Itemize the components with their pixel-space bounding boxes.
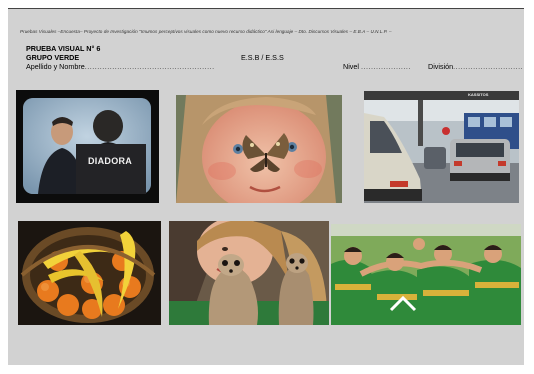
name-field[interactable]: Apellido y Nombre.......................… <box>26 63 215 71</box>
school-levels: E.S.B / E.S.S <box>241 53 284 62</box>
division-dots: ............................ <box>453 62 524 71</box>
toll-booth-sign: KASSITOS <box>468 92 489 97</box>
photo-fruit-basket <box>18 221 161 325</box>
name-label: Apellido y Nombre <box>26 62 85 71</box>
photo-toll-booth: KASSITOS <box>364 91 519 203</box>
photo-girl-butterfly <box>176 95 342 203</box>
tv-banner-text: DIADORA <box>88 156 133 166</box>
level-field[interactable]: Nivel .................... <box>343 63 411 71</box>
division-field[interactable]: División............................ <box>428 63 523 71</box>
survey-sheet: Pruebas Visuales –Encuesta– Proyecto de … <box>8 8 524 365</box>
project-caption: Pruebas Visuales –Encuesta– Proyecto de … <box>20 29 392 34</box>
photo-rugby-huddle <box>331 224 521 325</box>
division-label: División <box>428 62 454 71</box>
group-label: GRUPO VERDE <box>26 53 80 62</box>
test-title: PRUEBA VISUAL N° 6 <box>26 44 101 53</box>
level-label: Nivel <box>343 62 359 71</box>
photo-meerkats <box>169 221 329 325</box>
photo-tv-footballers: DIADORA <box>16 90 159 203</box>
level-dots: .................... <box>360 62 411 71</box>
name-dots: ........................................… <box>84 62 215 71</box>
